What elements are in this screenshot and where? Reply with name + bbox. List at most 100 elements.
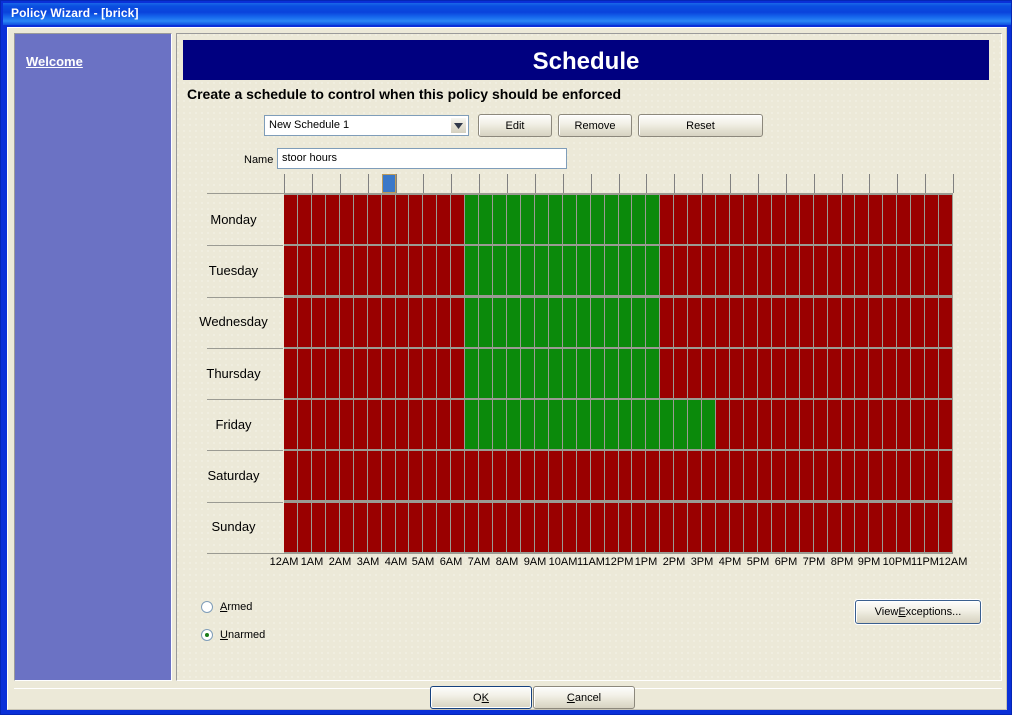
schedule-cell[interactable] [409,451,422,500]
schedule-cell[interactable] [619,503,631,552]
schedule-cell[interactable] [660,349,673,398]
schedule-cell[interactable] [897,503,910,552]
schedule-cell[interactable] [716,451,729,500]
schedule-row[interactable] [284,245,953,296]
schedule-cell[interactable] [382,195,395,244]
schedule-cell[interactable] [744,195,757,244]
schedule-cell[interactable] [674,451,687,500]
schedule-cell[interactable] [437,503,450,552]
schedule-cell[interactable] [911,195,924,244]
schedule-cell[interactable] [786,246,799,295]
schedule-cell[interactable] [702,503,715,552]
schedule-cell[interactable] [730,400,743,449]
schedule-cell[interactable] [493,503,506,552]
schedule-cell[interactable] [577,298,590,347]
schedule-cell[interactable] [688,298,701,347]
schedule-cell[interactable] [535,503,548,552]
schedule-cell[interactable] [340,195,353,244]
schedule-cell[interactable] [368,400,381,449]
schedule-cell[interactable] [632,195,645,244]
schedule-cell[interactable] [897,451,910,500]
schedule-cell[interactable] [577,400,590,449]
schedule-cell[interactable] [549,195,562,244]
schedule-cell[interactable] [897,298,910,347]
schedule-cell[interactable] [702,246,715,295]
schedule-cell[interactable] [660,451,673,500]
schedule-cell[interactable] [786,349,799,398]
schedule-cell[interactable] [619,195,631,244]
schedule-cell[interactable] [842,400,854,449]
schedule-cell[interactable] [312,246,325,295]
schedule-cell[interactable] [869,451,882,500]
schedule-cell[interactable] [423,246,436,295]
schedule-cell[interactable] [814,349,827,398]
schedule-cell[interactable] [409,298,422,347]
schedule-cell[interactable] [828,298,841,347]
schedule-cell[interactable] [368,195,381,244]
radio-unarmed-label[interactable]: Unarmed [220,629,265,641]
schedule-row[interactable] [284,297,953,348]
schedule-cell[interactable] [591,400,604,449]
schedule-cell[interactable] [605,451,618,500]
schedule-cell[interactable] [396,349,408,398]
schedule-cell[interactable] [939,298,952,347]
schedule-cell[interactable] [925,298,938,347]
schedule-cell[interactable] [437,195,450,244]
schedule-cell[interactable] [382,349,395,398]
schedule-cell[interactable] [786,503,799,552]
schedule-cell[interactable] [842,503,854,552]
schedule-cell[interactable] [632,451,645,500]
schedule-cell[interactable] [619,246,631,295]
schedule-cell[interactable] [772,503,785,552]
schedule-cell[interactable] [688,246,701,295]
schedule-cell[interactable] [744,503,757,552]
schedule-cell[interactable] [925,400,938,449]
schedule-cell[interactable] [423,503,436,552]
schedule-cell[interactable] [869,400,882,449]
schedule-cell[interactable] [382,298,395,347]
schedule-cell[interactable] [409,349,422,398]
schedule-cell[interactable] [702,349,715,398]
schedule-cell[interactable] [423,298,436,347]
schedule-cell[interactable] [326,246,339,295]
schedule-cell[interactable] [465,195,478,244]
schedule-cell[interactable] [451,400,464,449]
schedule-cell[interactable] [298,298,311,347]
schedule-cell[interactable] [883,349,896,398]
view-exceptions-button[interactable]: View Exceptions... [855,600,981,624]
schedule-cell[interactable] [591,451,604,500]
edit-button[interactable]: Edit [478,114,552,137]
schedule-cells[interactable] [284,194,953,553]
schedule-cell[interactable] [312,298,325,347]
schedule-cell[interactable] [688,195,701,244]
schedule-cell[interactable] [883,400,896,449]
name-input[interactable]: stoor hours [277,148,567,169]
schedule-cell[interactable] [660,400,673,449]
schedule-cell[interactable] [591,298,604,347]
schedule-cell[interactable] [814,246,827,295]
schedule-cell[interactable] [939,503,952,552]
schedule-cell[interactable] [939,451,952,500]
schedule-cell[interactable] [605,195,618,244]
schedule-cell[interactable] [535,298,548,347]
schedule-cell[interactable] [911,298,924,347]
schedule-cell[interactable] [577,503,590,552]
schedule-cell[interactable] [312,349,325,398]
schedule-cell[interactable] [688,349,701,398]
schedule-row[interactable] [284,194,953,245]
schedule-cell[interactable] [284,451,297,500]
schedule-cell[interactable] [493,451,506,500]
schedule-cell[interactable] [800,246,813,295]
schedule-cell[interactable] [340,298,353,347]
schedule-cell[interactable] [925,246,938,295]
schedule-cell[interactable] [479,451,492,500]
schedule-cell[interactable] [591,503,604,552]
schedule-cell[interactable] [340,246,353,295]
schedule-select[interactable]: New Schedule 1 [264,115,469,136]
schedule-cell[interactable] [312,451,325,500]
schedule-cell[interactable] [758,349,771,398]
chevron-down-icon[interactable] [450,117,467,134]
schedule-cell[interactable] [465,503,478,552]
schedule-cell[interactable] [507,298,520,347]
schedule-cell[interactable] [451,349,464,398]
